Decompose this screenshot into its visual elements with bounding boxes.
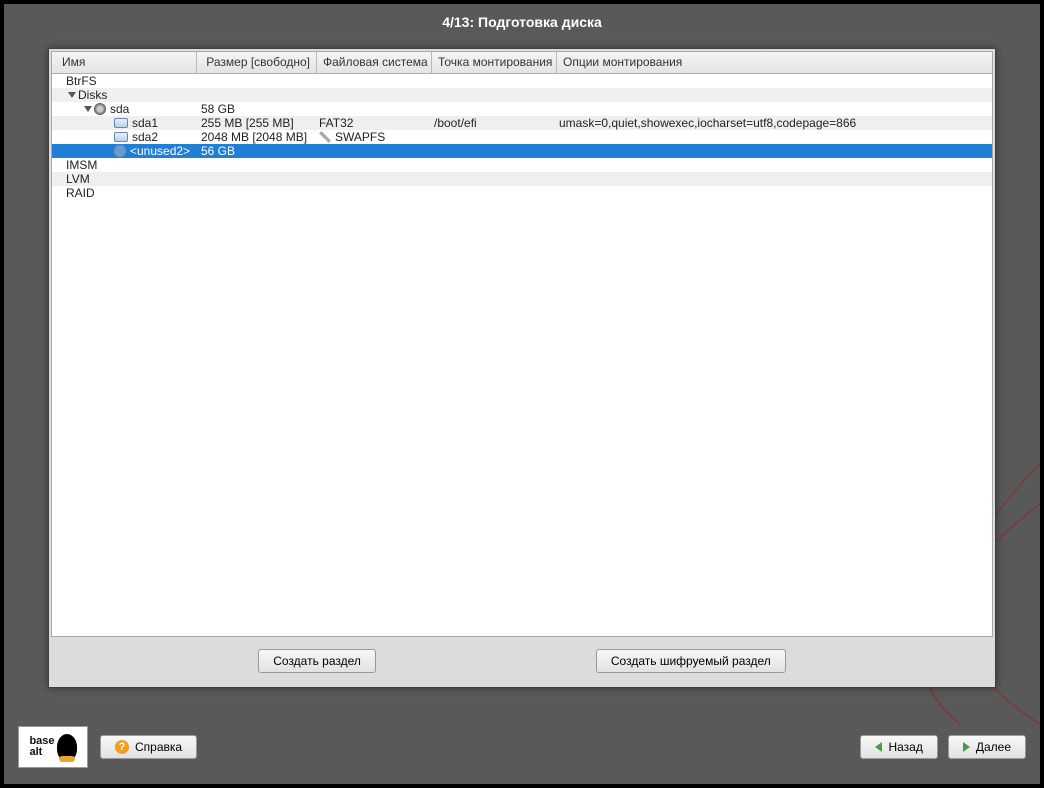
row-name: sda2 [132,130,158,144]
row-name: <unused2> [130,144,190,158]
col-mount[interactable]: Точка монтирования [432,52,557,73]
next-button[interactable]: Далее [948,735,1026,759]
penguin-icon [57,734,77,760]
bottom-bar: base alt ? Справка Назад Далее [18,726,1026,768]
disk-icon [94,103,106,115]
table-row[interactable]: sda1 255 MB [255 MB]FAT32/boot/efiumask=0… [52,116,992,130]
table-header: Имя Размер [свободно] Файловая система Т… [52,52,992,74]
unused-icon [114,145,126,157]
help-icon: ? [115,740,129,754]
table-row[interactable]: <unused2> 56 GB [52,144,992,158]
col-name[interactable]: Имя [52,52,197,73]
row-opts: umask=0,quiet,showexec,iocharset=utf8,co… [557,116,992,130]
row-fs: SWAPFS [335,130,385,144]
expander-icon[interactable] [66,92,78,98]
create-partition-button[interactable]: Создать раздел [258,649,376,673]
partition-icon [114,132,128,142]
row-name: IMSM [66,158,97,172]
basealt-logo: base alt [18,726,88,768]
col-size[interactable]: Размер [свободно] [197,52,317,73]
row-name: LVM [66,172,90,186]
table-row[interactable]: Disks [52,88,992,102]
row-name: Disks [78,88,107,102]
back-button[interactable]: Назад [860,735,937,759]
table-row[interactable]: sda 58 GB [52,102,992,116]
row-name: sda1 [132,116,158,130]
row-size: 2048 MB [2048 MB] [197,130,317,144]
partition-icon [114,118,128,128]
arrow-right-icon [963,742,970,752]
row-size: 255 MB [255 MB] [197,116,317,130]
back-label: Назад [888,740,922,754]
row-mount: /boot/efi [432,116,557,130]
help-button[interactable]: ? Справка [100,735,197,759]
logo-line2: alt [29,747,54,758]
title-text: 4/13: Подготовка диска [442,14,602,30]
partition-panel: Имя Размер [свободно] Файловая система Т… [48,48,996,688]
next-label: Далее [976,740,1011,754]
row-size: 56 GB [197,144,317,158]
row-size: 58 GB [197,102,317,116]
expander-icon[interactable] [82,106,94,112]
row-name: RAID [66,186,95,200]
row-fs: FAT32 [319,116,353,130]
table-row[interactable]: BtrFS [52,74,992,88]
help-label: Справка [135,740,182,754]
partition-table: Имя Размер [свободно] Файловая система Т… [51,51,993,637]
arrow-left-icon [875,742,882,752]
col-fs[interactable]: Файловая система [317,52,432,73]
table-body: BtrFSDiskssda 58 GB sda1 255 MB [255 MB]FAT… [52,74,992,200]
row-name: sda [110,102,129,116]
row-name: BtrFS [66,74,97,88]
wrench-icon [319,131,331,143]
col-opts[interactable]: Опции монтирования [557,52,992,73]
table-row[interactable]: RAID [52,186,992,200]
table-row[interactable]: LVM [52,172,992,186]
create-encrypted-partition-button[interactable]: Создать шифруемый раздел [596,649,786,673]
table-row[interactable]: IMSM [52,158,992,172]
page-title: 4/13: Подготовка диска [4,4,1040,40]
action-buttons: Создать раздел Создать шифруемый раздел [49,639,995,687]
table-row[interactable]: sda2 2048 MB [2048 MB] SWAPFS [52,130,992,144]
